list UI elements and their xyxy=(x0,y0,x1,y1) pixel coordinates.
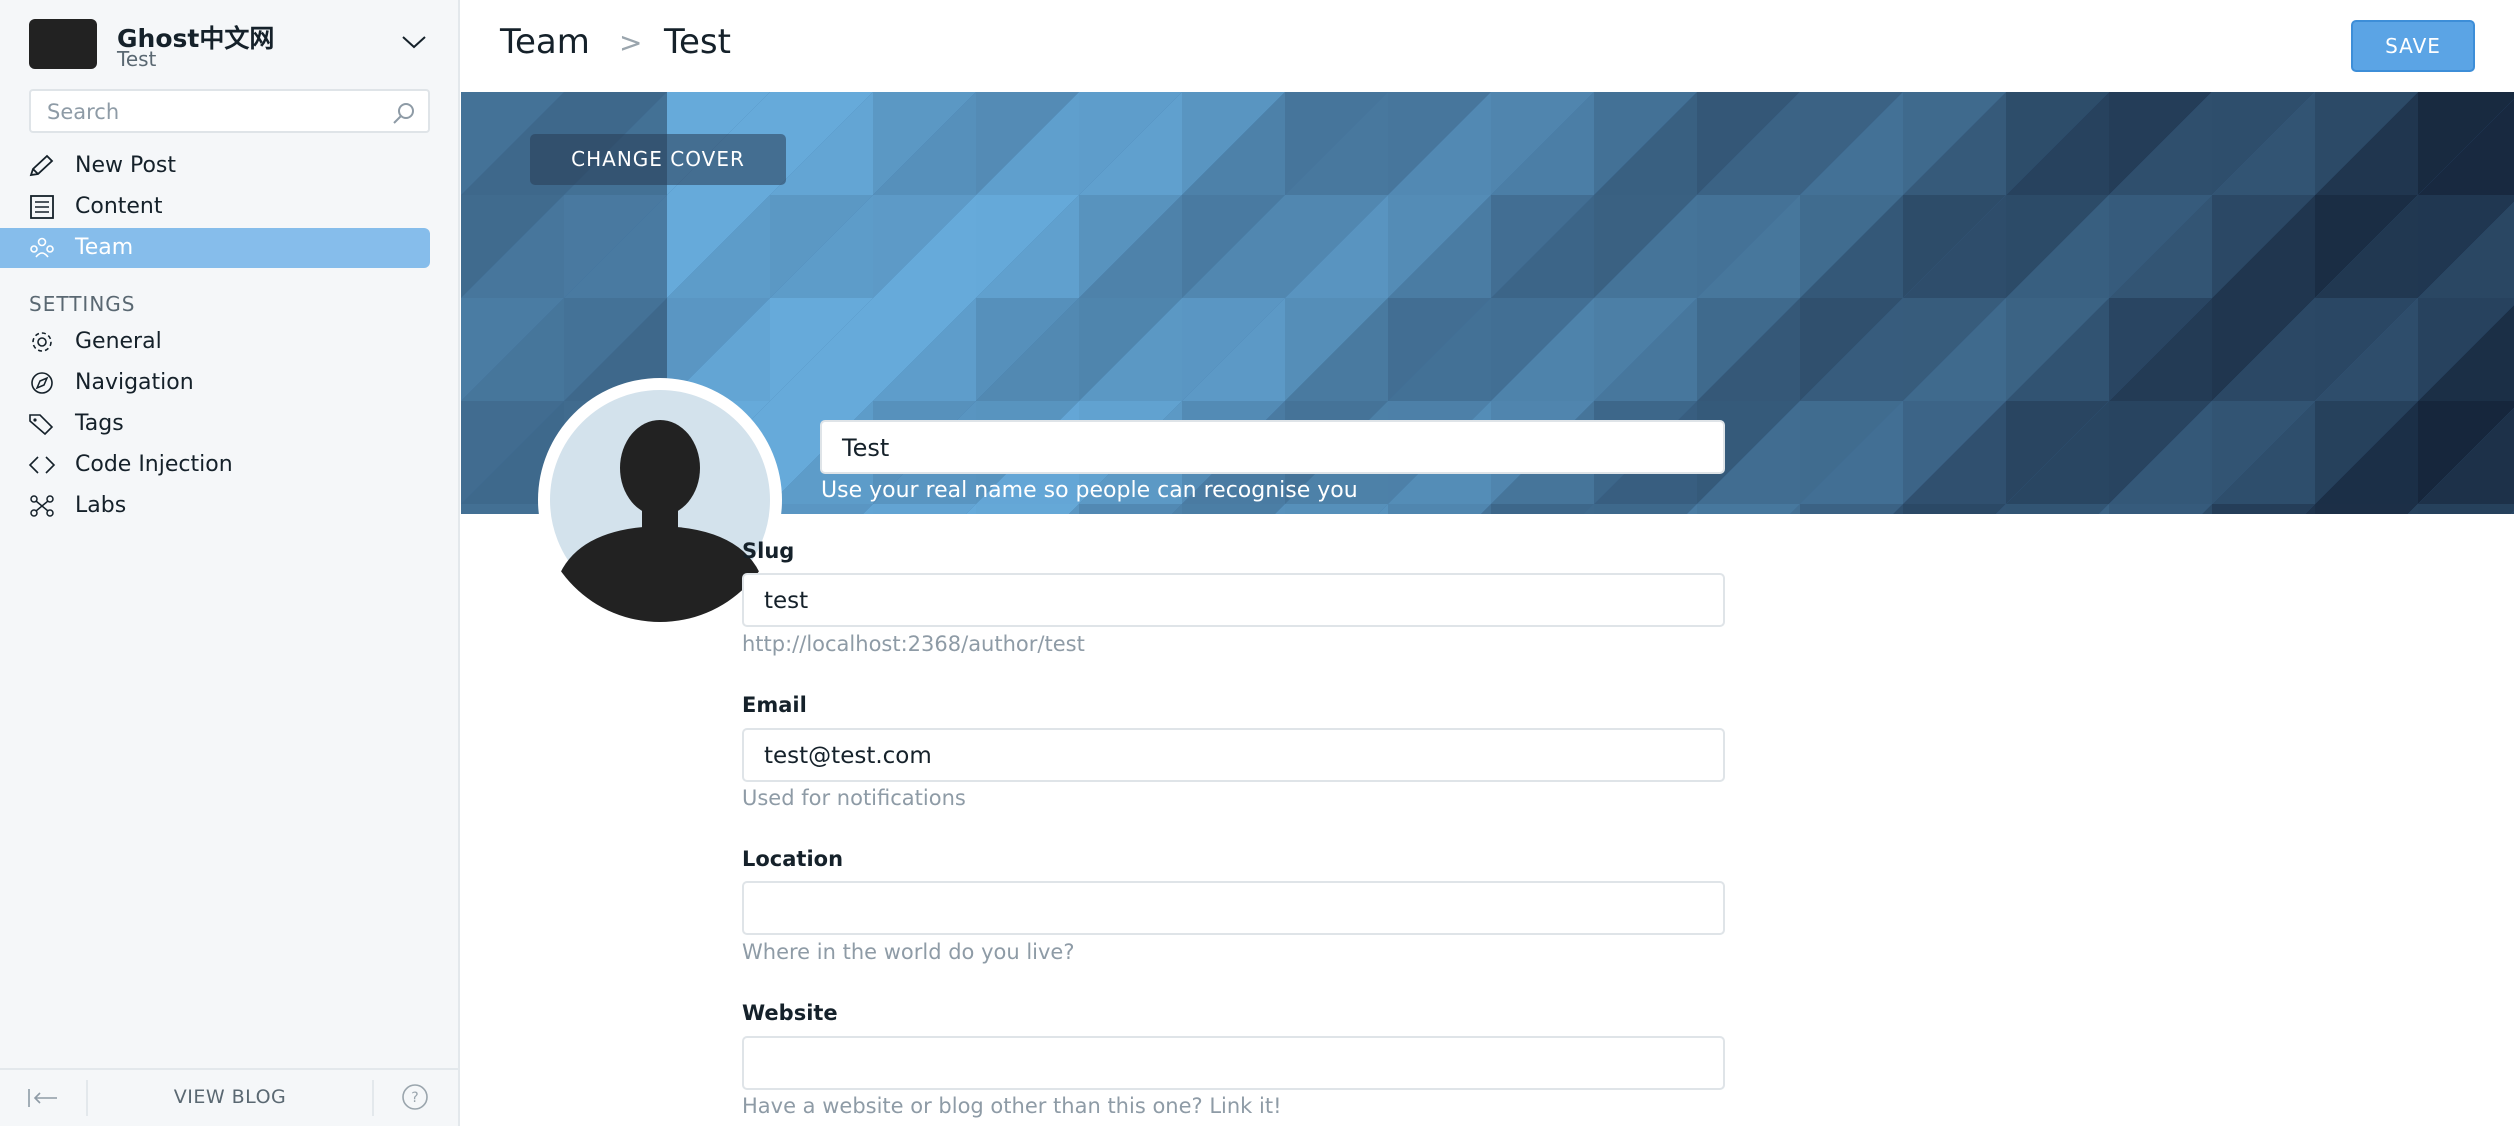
nav-item-labs[interactable]: Labs xyxy=(0,486,430,526)
breadcrumb-current: Test xyxy=(664,22,731,62)
cover-tile xyxy=(1182,504,1285,514)
content-icon xyxy=(30,195,54,219)
cover-tile xyxy=(1800,504,1903,514)
nav-item-label: New Post xyxy=(75,153,177,178)
location-input[interactable] xyxy=(742,881,1725,935)
search-placeholder: Search xyxy=(47,100,120,124)
settings-heading: SETTINGS xyxy=(29,292,136,316)
cover-tile xyxy=(770,504,873,514)
cover-tile xyxy=(1697,504,1800,514)
slug-hint: http://localhost:2368/author/test xyxy=(742,632,1085,656)
email-hint: Used for notifications xyxy=(742,786,966,810)
top-bar: Team > Test SAVE xyxy=(461,0,2514,92)
team-icon xyxy=(30,237,54,258)
svg-text:?: ? xyxy=(411,1090,418,1106)
nav-item-team[interactable]: Team xyxy=(0,228,430,268)
cover-tile xyxy=(1903,504,2006,514)
collapse-sidebar-icon[interactable] xyxy=(26,1086,60,1110)
nav-item-label: Navigation xyxy=(75,370,194,395)
nav-item-general[interactable]: General xyxy=(0,322,430,362)
search-input[interactable]: Search xyxy=(29,89,430,133)
nav-item-code-injection[interactable]: Code Injection xyxy=(0,445,430,485)
nav-item-new-post[interactable]: New Post xyxy=(0,146,430,186)
tag-icon xyxy=(29,414,54,436)
nav-item-label: Team xyxy=(75,235,134,260)
cover-tile xyxy=(873,504,976,514)
location-label: Location xyxy=(742,847,844,871)
help-icon[interactable]: ? xyxy=(400,1082,430,1112)
view-blog-link[interactable]: VIEW BLOG xyxy=(88,1086,372,1108)
chevron-down-icon[interactable] xyxy=(399,27,429,57)
breadcrumb-parent[interactable]: Team xyxy=(500,22,590,62)
website-input[interactable] xyxy=(742,1036,1725,1090)
website-hint: Have a website or blog other than this o… xyxy=(742,1094,1282,1118)
cover-tile xyxy=(2212,504,2315,514)
blog-user: Test xyxy=(117,47,157,71)
save-button[interactable]: SAVE xyxy=(2351,20,2475,72)
nav-item-navigation[interactable]: Navigation xyxy=(0,363,430,403)
nav-item-label: General xyxy=(75,329,162,354)
nav-item-label: Code Injection xyxy=(75,452,233,477)
compass-icon xyxy=(31,372,53,394)
search-icon xyxy=(393,103,414,124)
cover-tile xyxy=(1388,504,1491,514)
avatar[interactable] xyxy=(538,378,782,622)
cover-tile xyxy=(976,504,1079,514)
sidebar-footer: VIEW BLOG ? xyxy=(0,1068,460,1126)
blog-logo xyxy=(29,19,97,69)
email-input[interactable]: test@test.com xyxy=(742,728,1725,782)
code-icon xyxy=(28,456,56,474)
website-label: Website xyxy=(742,1001,838,1025)
nav-item-label: Content xyxy=(75,194,163,219)
location-hint: Where in the world do you live? xyxy=(742,940,1075,964)
pen-icon xyxy=(29,154,54,177)
slug-input[interactable]: test xyxy=(742,573,1725,627)
main-content: Team > Test SAVE CHANGE COVER Test Use y… xyxy=(461,0,2514,1126)
nav-item-label: Labs xyxy=(75,493,127,518)
full-name-hint: Use your real name so people can recogni… xyxy=(821,478,1358,503)
nav-item-tags[interactable]: Tags xyxy=(0,404,430,444)
blog-menu[interactable]: Ghost中文网 Test xyxy=(29,19,429,71)
cover-tile xyxy=(2109,504,2212,514)
slug-label: Slug xyxy=(742,539,795,563)
cover-tile xyxy=(1079,504,1182,514)
cover-tile xyxy=(1594,504,1697,514)
labs-icon xyxy=(30,495,54,517)
cover-tile xyxy=(1285,504,1388,514)
email-label: Email xyxy=(742,693,807,717)
cover-tile xyxy=(2418,504,2514,514)
footer-divider xyxy=(372,1080,374,1116)
change-cover-button[interactable]: CHANGE COVER xyxy=(530,134,786,185)
full-name-input[interactable]: Test xyxy=(820,420,1725,474)
nav-item-content[interactable]: Content xyxy=(0,187,430,227)
cover-tile xyxy=(1491,504,1594,514)
breadcrumb-separator: > xyxy=(619,26,643,59)
gear-icon xyxy=(32,332,52,352)
cover-tile xyxy=(2315,504,2418,514)
cover-tile xyxy=(2006,504,2109,514)
nav-item-label: Tags xyxy=(75,411,124,436)
sidebar: Ghost中文网 Test Search New Post Content Te… xyxy=(0,0,460,1126)
